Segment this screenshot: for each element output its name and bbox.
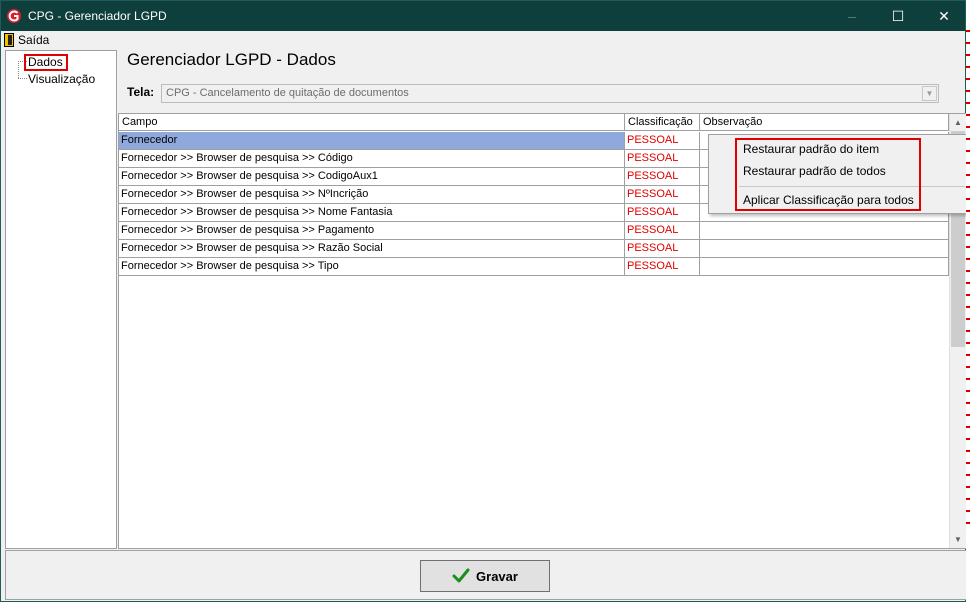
tela-select-value: CPG - Cancelamento de quitação de docume… <box>166 87 409 99</box>
cpg-logo-icon <box>7 9 21 23</box>
tree-connector <box>18 61 19 78</box>
cell-campo[interactable]: Fornecedor >> Browser de pesquisa >> NºI… <box>119 186 625 203</box>
cell-classificacao[interactable]: PESSOAL <box>625 150 700 167</box>
table-row[interactable]: Fornecedor >> Browser de pesquisa >> Raz… <box>119 240 949 258</box>
cell-classificacao[interactable]: PESSOAL <box>625 132 700 149</box>
window-title: CPG - Gerenciador LGPD <box>28 9 167 23</box>
column-header-campo[interactable]: Campo <box>119 114 625 131</box>
cell-campo[interactable]: Fornecedor >> Browser de pesquisa >> Cod… <box>119 168 625 185</box>
cell-campo[interactable]: Fornecedor >> Browser de pesquisa >> Pag… <box>119 222 625 239</box>
main-window: CPG - Gerenciador LGPD – ☐ ✕ Saída Dados… <box>0 0 968 602</box>
cell-classificacao[interactable]: PESSOAL <box>625 186 700 203</box>
tree-connector <box>18 78 27 79</box>
cell-classificacao[interactable]: PESSOAL <box>625 204 700 221</box>
background-window-edge <box>966 30 970 602</box>
menu-bar: Saída <box>1 31 965 49</box>
tela-select[interactable]: CPG - Cancelamento de quitação de docume… <box>161 84 939 103</box>
highlight-box-dados <box>24 54 68 71</box>
menu-saida[interactable]: Saída <box>4 32 49 48</box>
highlight-box-context-menu <box>735 138 921 211</box>
cell-observacao[interactable] <box>700 258 949 275</box>
chevron-down-icon[interactable]: ▼ <box>922 86 937 101</box>
close-button[interactable]: ✕ <box>921 1 967 31</box>
cell-campo[interactable]: Fornecedor <box>119 132 625 149</box>
menu-saida-label: Saída <box>18 33 50 47</box>
checkmark-icon <box>452 568 470 583</box>
cell-campo[interactable]: Fornecedor >> Browser de pesquisa >> Raz… <box>119 240 625 257</box>
cell-campo[interactable]: Fornecedor >> Browser de pesquisa >> Tip… <box>119 258 625 275</box>
cell-campo[interactable]: Fornecedor >> Browser de pesquisa >> Nom… <box>119 204 625 221</box>
cell-observacao[interactable] <box>700 222 949 239</box>
context-menu: Restaurar padrão do item Restaurar padrã… <box>708 134 968 214</box>
gravar-label: Gravar <box>476 568 518 584</box>
maximize-button[interactable]: ☐ <box>875 1 921 31</box>
door-exit-icon <box>4 33 14 47</box>
grid-header: Campo Classificação Observação <box>119 114 949 131</box>
cell-observacao[interactable] <box>700 240 949 257</box>
page-title: Gerenciador LGPD - Dados <box>127 50 336 69</box>
tela-label: Tela: <box>127 85 155 99</box>
column-header-classificacao[interactable]: Classificação <box>625 114 700 131</box>
cell-classificacao[interactable]: PESSOAL <box>625 258 700 275</box>
cell-classificacao[interactable]: PESSOAL <box>625 240 700 257</box>
cell-campo[interactable]: Fornecedor >> Browser de pesquisa >> Cód… <box>119 150 625 167</box>
navigation-tree: Dados Visualização <box>5 50 117 549</box>
column-header-observacao[interactable]: Observação <box>700 114 949 131</box>
title-bar: CPG - Gerenciador LGPD – ☐ ✕ <box>1 1 965 31</box>
cell-classificacao[interactable]: PESSOAL <box>625 222 700 239</box>
cell-classificacao[interactable]: PESSOAL <box>625 168 700 185</box>
scroll-up-icon[interactable]: ▲ <box>950 114 966 131</box>
gravar-button[interactable]: Gravar <box>420 560 550 592</box>
scroll-down-icon[interactable]: ▼ <box>950 531 966 548</box>
minimize-button[interactable]: – <box>829 1 875 31</box>
table-row[interactable]: Fornecedor >> Browser de pesquisa >> Pag… <box>119 222 949 240</box>
tree-item-visualizacao[interactable]: Visualização <box>28 72 95 86</box>
table-row[interactable]: Fornecedor >> Browser de pesquisa >> Tip… <box>119 258 949 276</box>
